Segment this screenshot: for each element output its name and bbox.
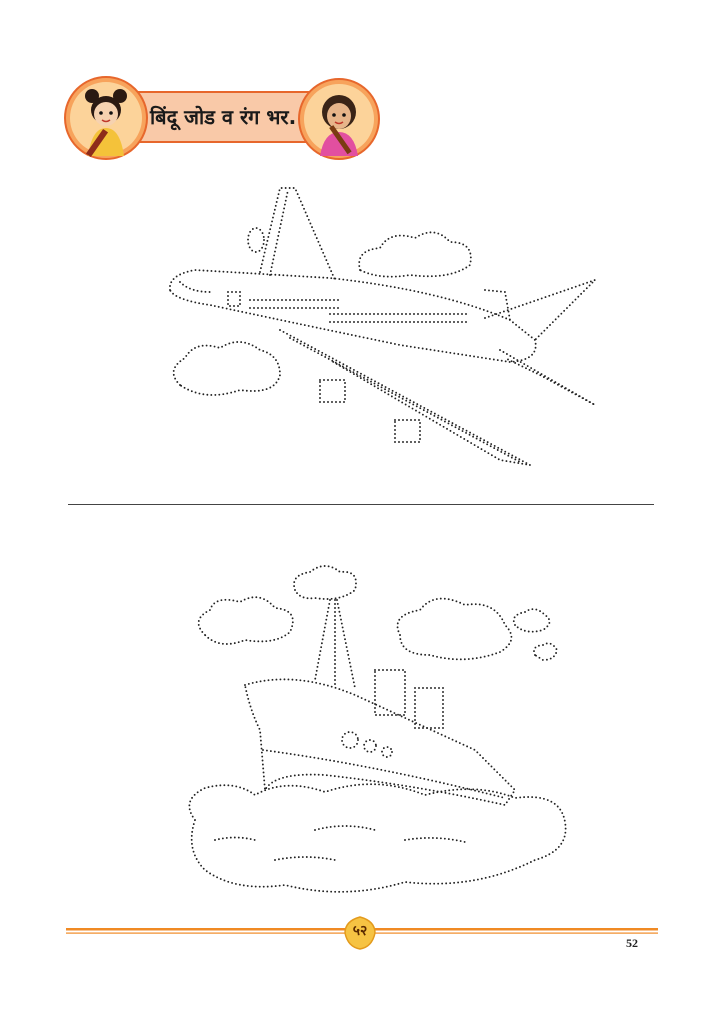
page-number: 52 <box>626 936 638 950</box>
page-badge-label: ५२ <box>352 923 368 939</box>
dotted-airplane-drawing <box>169 187 596 466</box>
right-avatar-icon <box>298 78 380 160</box>
left-avatar-icon <box>64 76 148 160</box>
page-title: बिंदू जोड व रंग भर. <box>150 105 297 129</box>
section-divider <box>68 504 654 505</box>
dotted-ship-drawing <box>188 565 567 893</box>
